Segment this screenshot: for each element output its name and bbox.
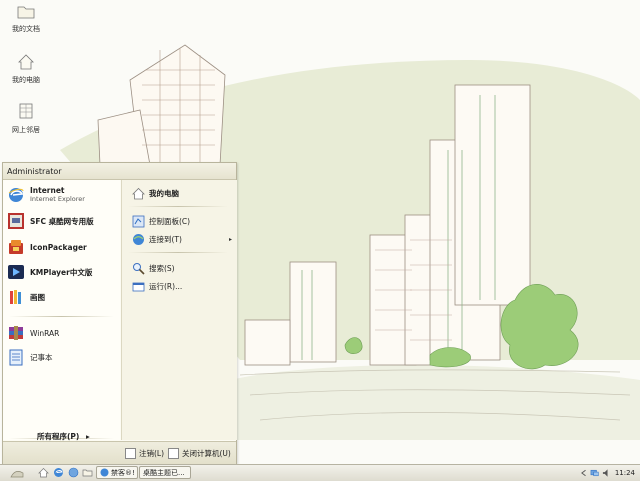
start-menu-programs: Internet Internet Explorer SFC 桌酷网专用版 Ic…	[3, 180, 120, 440]
menu-item-title: 画图	[30, 292, 45, 302]
clock[interactable]: 11:24	[615, 469, 635, 477]
start-menu: Administrator Internet Internet Explorer…	[2, 162, 237, 464]
menu-separator	[128, 206, 228, 207]
logoff-button[interactable]: 注销(L)	[125, 448, 164, 459]
menu-item-subtitle: Internet Explorer	[30, 195, 85, 203]
menu-item-control-panel[interactable]: 控制面板(C)	[132, 213, 236, 229]
winrar-icon	[9, 326, 23, 340]
shutdown-button[interactable]: 关闭计算机(U)	[168, 448, 231, 459]
menu-item-run[interactable]: 运行(R)...	[132, 278, 236, 294]
arrow-right-icon: ▸	[85, 432, 90, 441]
start-button[interactable]	[10, 467, 24, 479]
menu-item-sfc[interactable]: SFC 桌酷网专用版	[7, 210, 117, 232]
menu-separator	[9, 316, 114, 317]
house-icon	[18, 54, 34, 70]
house-icon	[132, 187, 145, 199]
user-name: Administrator	[7, 167, 62, 176]
task-label: 桌酷主题已...	[143, 468, 185, 477]
logoff-label: 注销(L)	[139, 449, 165, 458]
ie-icon[interactable]	[53, 467, 64, 478]
taskbar: 禁客®! 桌酷主题已... 11:24	[0, 464, 640, 481]
desktop-icon-my-documents[interactable]: 我的文档	[4, 2, 48, 34]
start-menu-places: 我的电脑 控制面板(C) 连接到(T) ▸ 搜索(S) 运行(R)...	[121, 180, 237, 440]
menu-item-internet[interactable]: Internet Internet Explorer	[7, 184, 117, 206]
menu-item-title: SFC 桌酷网专用版	[30, 216, 94, 226]
menu-item-search[interactable]: 搜索(S)	[132, 260, 236, 276]
taskbar-task-theme[interactable]: 桌酷主题已...	[139, 466, 191, 479]
taskbar-task-browser[interactable]: 禁客®!	[96, 466, 138, 479]
shutdown-label: 关闭计算机(U)	[182, 449, 231, 458]
logoff-icon	[125, 448, 136, 459]
volume-icon[interactable]	[602, 468, 611, 478]
network-tray-icon[interactable]	[590, 468, 599, 478]
paint-icon	[10, 290, 21, 304]
folder-icon	[17, 6, 35, 19]
search-icon	[133, 262, 145, 275]
kmplayer-icon	[8, 265, 24, 279]
menu-item-paint[interactable]: 画图	[7, 286, 117, 308]
network-icon	[19, 103, 33, 119]
globe-icon[interactable]	[68, 467, 79, 478]
control-panel-icon	[132, 215, 145, 227]
menu-item-my-computer[interactable]: 我的电脑	[132, 185, 236, 201]
chevron-left-icon[interactable]	[580, 469, 587, 477]
menu-item-label: 连接到(T)	[149, 234, 182, 244]
all-programs-label: 所有程序(P)	[37, 432, 80, 441]
menu-item-connect-to[interactable]: 连接到(T) ▸	[132, 231, 236, 247]
folder-icon[interactable]	[82, 467, 93, 478]
menu-item-label: 我的电脑	[149, 188, 179, 198]
desktop-icon-my-computer[interactable]: 我的电脑	[4, 53, 48, 85]
desktop-icon-label: 我的文档	[12, 25, 40, 33]
menu-item-title: IconPackager	[30, 242, 87, 252]
arrow-right-icon: ▸	[228, 235, 232, 243]
start-menu-footer: 注销(L) 关闭计算机(U)	[3, 441, 236, 464]
menu-item-label: 运行(R)...	[149, 281, 183, 291]
menu-item-iconpackager[interactable]: IconPackager	[7, 236, 117, 258]
desktop-icon-network[interactable]: 网上邻居	[4, 103, 48, 135]
start-menu-header: Administrator	[3, 163, 236, 180]
menu-item-title: WinRAR	[30, 328, 60, 338]
notepad-icon	[9, 349, 23, 366]
menu-item-label: 搜索(S)	[149, 263, 175, 273]
power-icon	[168, 448, 179, 459]
desktop-icon-label: 我的电脑	[12, 76, 40, 84]
iconpackager-icon	[9, 240, 23, 254]
desktop-icon-label: 网上邻居	[12, 126, 40, 134]
menu-separator	[128, 252, 228, 253]
menu-item-title: 记事本	[30, 352, 53, 362]
menu-item-title: KMPlayer中文版	[30, 267, 93, 277]
menu-item-title: Internet	[30, 186, 65, 195]
menu-item-label: 控制面板(C)	[149, 216, 191, 226]
task-label: 禁客®!	[111, 468, 135, 477]
menu-item-kmplayer[interactable]: KMPlayer中文版	[7, 261, 117, 283]
ie-icon	[8, 188, 24, 202]
globe-icon	[133, 233, 144, 245]
ie-icon	[100, 468, 109, 477]
menu-item-notepad[interactable]: 记事本	[7, 346, 117, 368]
sfc-icon	[8, 213, 24, 229]
system-tray: 11:24	[580, 466, 638, 479]
run-icon	[132, 282, 145, 291]
house-icon[interactable]	[38, 467, 49, 478]
menu-item-winrar[interactable]: WinRAR	[7, 322, 117, 344]
